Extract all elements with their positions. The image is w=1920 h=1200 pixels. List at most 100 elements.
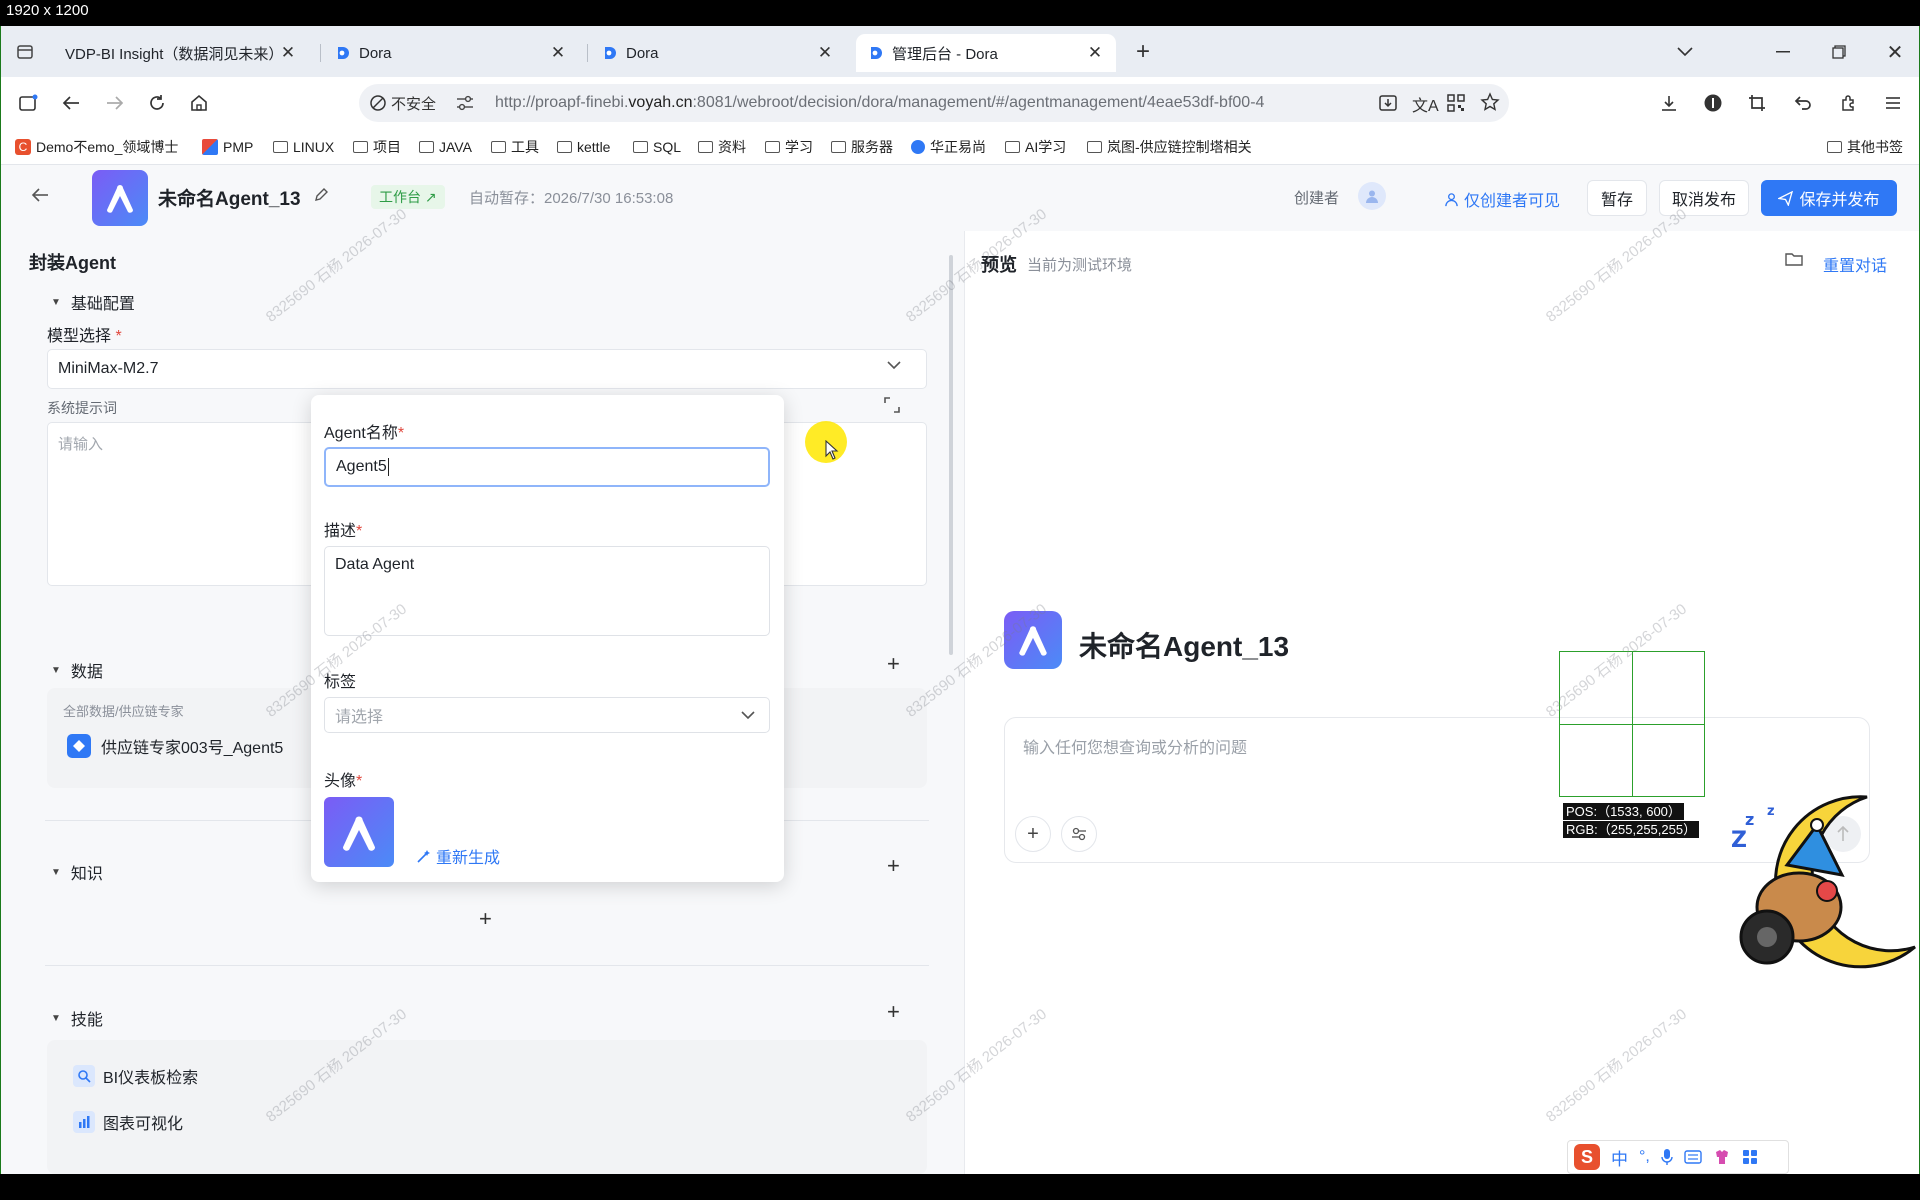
bookmark-label: 项目 [373, 139, 401, 155]
add-knowledge-center-icon[interactable]: + [479, 906, 492, 932]
bookmark-study[interactable]: 学习 [765, 129, 813, 165]
bookmark-materials[interactable]: 资料 [698, 129, 746, 165]
new-tab-icon[interactable]: + [1129, 38, 1157, 66]
model-select[interactable]: MiniMax-M2.7 [47, 349, 927, 389]
insecure-indicator[interactable]: 不安全 [369, 84, 436, 122]
description-input[interactable]: Data Agent [324, 546, 770, 636]
back-icon[interactable] [57, 89, 85, 117]
extensions-icon[interactable] [1835, 89, 1863, 117]
close-icon[interactable]: ✕ [1086, 43, 1104, 63]
save-publish-button[interactable]: 保存并发布 [1761, 180, 1897, 216]
extension-badge-icon[interactable] [1699, 89, 1727, 117]
crop-icon[interactable] [1743, 89, 1771, 117]
save-draft-button[interactable]: 暂存 [1587, 180, 1647, 216]
microphone-icon[interactable] [1661, 1148, 1673, 1166]
forward-icon[interactable] [101, 89, 129, 117]
bookmark-other[interactable]: 其他书签 [1827, 129, 1903, 165]
tab-dora-1[interactable]: Dora ✕ [323, 34, 579, 72]
tools-icon[interactable] [1061, 816, 1097, 852]
add-data-icon[interactable]: + [887, 651, 900, 677]
close-icon[interactable]: ✕ [549, 43, 567, 63]
add-skill-icon[interactable]: + [887, 999, 900, 1025]
ime-language[interactable]: 中 [1611, 1145, 1628, 1170]
bookmark-tools[interactable]: 工具 [491, 129, 539, 165]
workbench-tag[interactable]: 工作台 ↗ [371, 185, 445, 209]
omnibox[interactable]: 不安全 http://proapf-finebi.voyah.cn:8081/w… [359, 84, 1509, 122]
skill-item[interactable]: BI仪表板检索 [73, 1064, 198, 1088]
agent-name-input[interactable]: Agent5 [324, 447, 770, 487]
add-knowledge-icon[interactable]: + [887, 853, 900, 879]
preview-panel: 预览 当前为测试环境 重置对话 未命名Agent_13 输入任何您想查询或分析的… [964, 231, 1919, 1174]
attach-plus-icon[interactable]: + [1015, 816, 1051, 852]
skin-icon[interactable] [1713, 1148, 1731, 1166]
undo-icon[interactable] [1789, 89, 1817, 117]
punctuation-icon[interactable]: °, [1639, 1148, 1650, 1166]
qr-code-icon[interactable] [1446, 93, 1466, 113]
bookmark-java[interactable]: JAVA [419, 129, 472, 165]
bookmark-label: JAVA [439, 139, 472, 155]
bookmark-pmp[interactable]: PMP [202, 129, 253, 165]
section-skills[interactable]: ▼ 技能 [51, 1006, 103, 1030]
regenerate-avatar-button[interactable]: 重新生成 [417, 844, 500, 868]
bookmark-voyah-supply[interactable]: 岚图-供应链控制塔相关 [1087, 129, 1252, 165]
bookmark-kettle[interactable]: kettle [557, 129, 610, 165]
url-text[interactable]: http://proapf-finebi.voyah.cn:8081/webro… [495, 84, 1343, 122]
agent-name: 未命名Agent_13 [158, 189, 301, 210]
site-settings-icon[interactable] [455, 94, 475, 112]
visibility-setting[interactable]: 仅创建者可见 [1444, 187, 1560, 211]
expand-icon[interactable] [883, 396, 901, 414]
reload-icon[interactable] [143, 89, 171, 117]
tab-management[interactable]: 管理后台 - Dora ✕ [856, 34, 1116, 72]
menu-icon[interactable] [1879, 89, 1907, 117]
tab-title: VDP-BI Insight（数据洞见未来） [65, 45, 279, 63]
data-item[interactable]: 供应链专家003号_Agent5 [67, 734, 283, 758]
cursor-pos-readout: POS:（1533, 600） [1563, 803, 1684, 820]
skill-item[interactable]: 图表可视化 [73, 1110, 183, 1134]
ime-toolbar[interactable]: S 中 °, [1567, 1140, 1789, 1174]
bookmark-sql[interactable]: SQL [633, 129, 681, 165]
close-icon[interactable]: ✕ [279, 43, 297, 63]
restore-icon[interactable] [1825, 38, 1853, 66]
folder-icon [1005, 141, 1020, 153]
bookmark-server[interactable]: 服务器 [831, 129, 893, 165]
creator-avatar[interactable] [1358, 182, 1386, 210]
panel-resize-handle[interactable] [949, 255, 953, 655]
bookmark-linux[interactable]: LINUX [273, 129, 334, 165]
close-window-icon[interactable]: ✕ [1881, 38, 1909, 66]
unpublish-button[interactable]: 取消发布 [1659, 180, 1749, 216]
bookmark-project[interactable]: 项目 [353, 129, 401, 165]
reset-conversation-button[interactable]: 重置对话 [1823, 252, 1887, 276]
folder-icon [1087, 141, 1102, 153]
tag-select[interactable]: 请选择 [324, 697, 770, 733]
home-icon[interactable] [185, 89, 213, 117]
bookmark-huazheng[interactable]: 华正易尚 [911, 129, 986, 165]
sidebar-icon[interactable] [15, 89, 43, 117]
install-app-icon[interactable] [1378, 93, 1398, 113]
download-icon[interactable] [1655, 89, 1683, 117]
close-icon[interactable]: ✕ [816, 43, 834, 63]
tab-vdp-bi[interactable]: VDP-BI Insight（数据洞见未来） ✕ [53, 34, 309, 72]
bookmark-demo[interactable]: C Demo不emo_领域博士 [15, 129, 178, 165]
edit-name-icon[interactable] [313, 187, 329, 203]
tab-search-chevron-icon[interactable] [1671, 38, 1699, 66]
bookmark-ai-study[interactable]: AI学习 [1005, 129, 1066, 165]
avatar-preview[interactable] [324, 797, 394, 867]
bi-search-icon [73, 1065, 95, 1087]
chevron-down-icon[interactable] [887, 361, 901, 370]
back-arrow-icon[interactable] [31, 187, 49, 203]
folder-outline-icon[interactable] [1785, 251, 1803, 267]
section-data[interactable]: ▼ 数据 [51, 658, 103, 682]
bookmark-label: PMP [223, 139, 254, 155]
bookmark-star-icon[interactable] [1480, 92, 1500, 112]
tab-dora-2[interactable]: Dora ✕ [590, 34, 846, 72]
translate-icon[interactable]: 文A [1412, 92, 1439, 116]
chevron-down-icon[interactable] [741, 711, 755, 720]
folder-icon [1827, 141, 1842, 153]
section-basic-config[interactable]: ▼ 基础配置 [51, 290, 135, 314]
tab-actions-icon[interactable] [11, 38, 39, 66]
keyboard-icon[interactable] [1684, 1150, 1702, 1164]
section-knowledge[interactable]: ▼ 知识 [51, 860, 103, 884]
bookmarks-bar: C Demo不emo_领域博士 PMP LINUX 项目 JAVA 工具 ket… [1, 129, 1919, 165]
minimize-icon[interactable] [1769, 38, 1797, 66]
toolbox-grid-icon[interactable] [1742, 1149, 1758, 1165]
